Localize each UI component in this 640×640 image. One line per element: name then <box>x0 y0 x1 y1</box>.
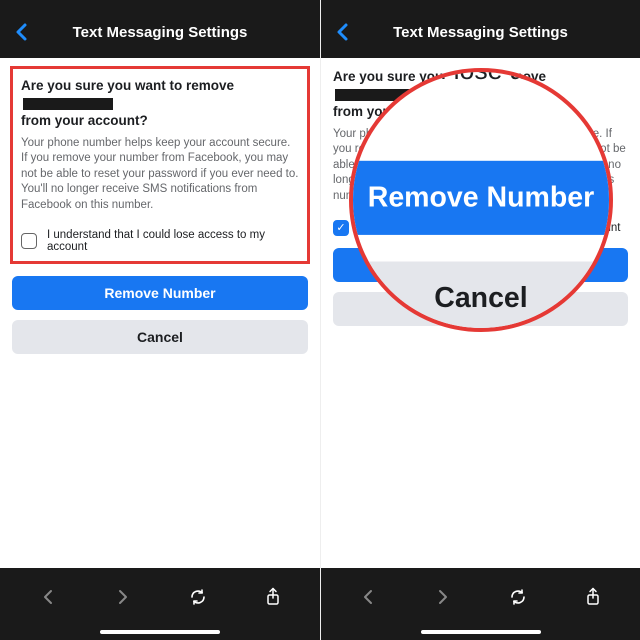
remove-number-button[interactable]: Remove Number <box>349 161 613 235</box>
page-title: Text Messaging Settings <box>393 24 568 41</box>
share-button[interactable] <box>580 587 606 607</box>
refresh-button[interactable] <box>505 588 531 606</box>
back-button[interactable] <box>14 22 30 42</box>
chevron-left-icon <box>41 588 55 606</box>
acknowledge-label: I understand that I could lose access to… <box>47 229 299 253</box>
nav-back-button[interactable] <box>35 588 61 606</box>
redacted-number <box>23 98 113 110</box>
share-button[interactable] <box>260 587 286 607</box>
nav-forward-button[interactable] <box>110 588 136 606</box>
acknowledge-row[interactable]: I understand that I could lose access to… <box>21 229 299 253</box>
chevron-left-icon <box>361 588 375 606</box>
bottom-toolbar <box>0 568 320 640</box>
refresh-icon <box>189 588 207 606</box>
confirm-question: Are you sure you want to remove from you… <box>21 77 299 130</box>
back-button[interactable] <box>335 22 351 42</box>
warning-box: Are you sure you want to remove from you… <box>10 66 310 264</box>
warning-description: Your phone number helps keep your accoun… <box>21 136 299 214</box>
checkbox-unchecked-icon[interactable] <box>21 233 37 249</box>
share-icon <box>585 587 601 607</box>
home-indicator[interactable] <box>100 630 220 634</box>
refresh-icon <box>509 588 527 606</box>
content-area: Are you sure you want to remove from you… <box>0 58 320 354</box>
cancel-button[interactable]: Cancel <box>12 320 308 354</box>
share-icon <box>265 587 281 607</box>
refresh-button[interactable] <box>185 588 211 606</box>
nav-forward-button[interactable] <box>430 588 456 606</box>
checkbox-checked-icon[interactable]: ✓ <box>333 220 349 236</box>
chevron-right-icon <box>436 588 450 606</box>
page-title: Text Messaging Settings <box>73 24 248 41</box>
bottom-toolbar <box>321 568 640 640</box>
chevron-left-icon <box>335 22 351 42</box>
chevron-right-icon <box>116 588 130 606</box>
nav-back-button[interactable] <box>355 588 381 606</box>
zoom-highlight-circle: could lose acces ✓ I u Remove Number Can… <box>349 68 613 332</box>
chevron-left-icon <box>14 22 30 42</box>
header-bar: Text Messaging Settings <box>321 0 640 58</box>
remove-number-button[interactable]: Remove Number <box>12 276 308 310</box>
home-indicator[interactable] <box>421 630 541 634</box>
header-bar: Text Messaging Settings <box>0 0 320 58</box>
